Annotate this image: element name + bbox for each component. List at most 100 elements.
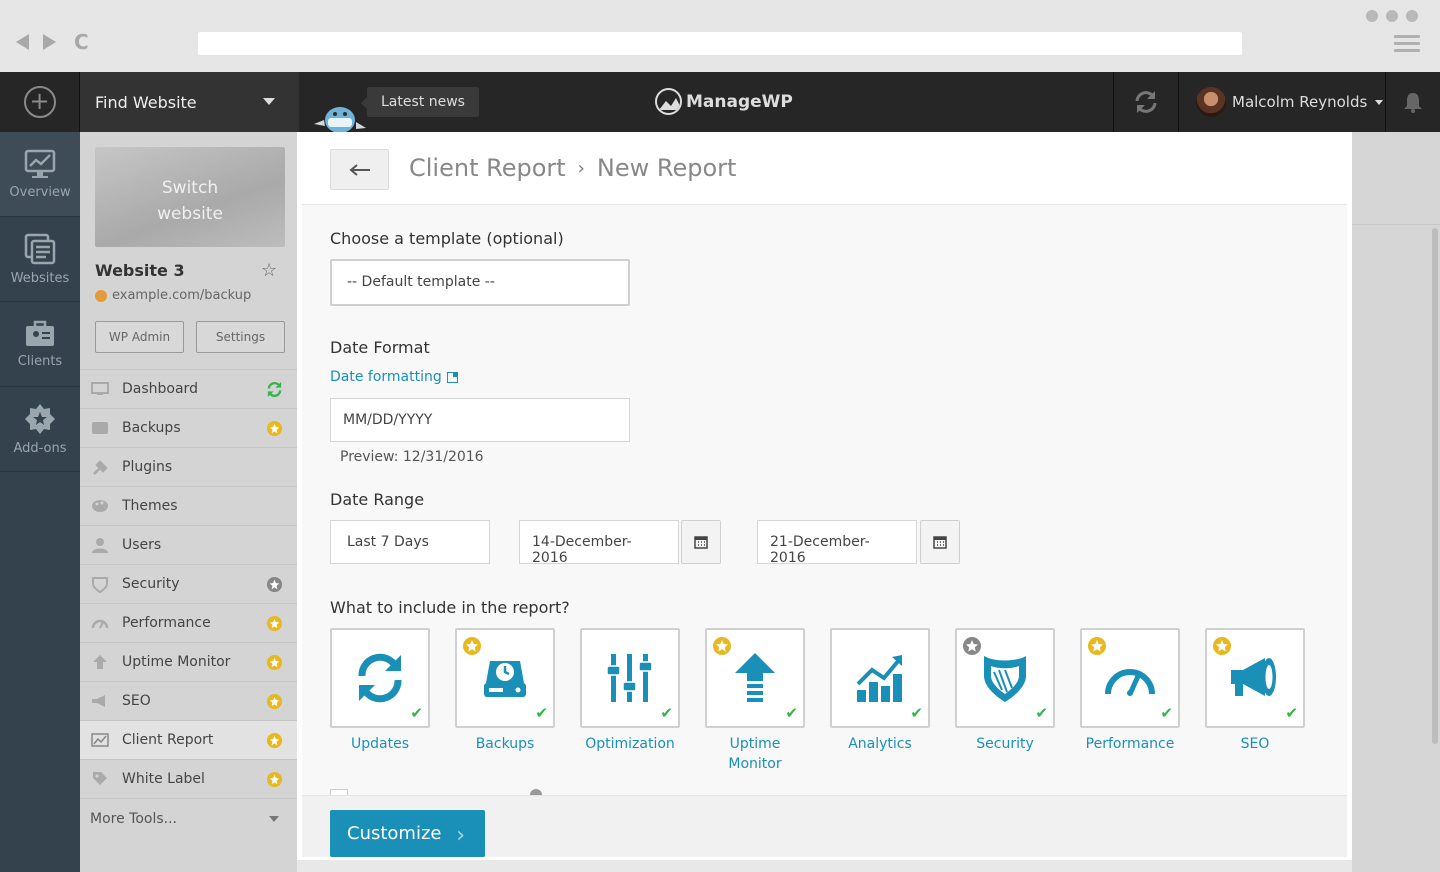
site-url[interactable]: example.com/backup	[95, 288, 251, 303]
settings-button[interactable]: Settings	[196, 321, 285, 353]
website-side-panel: Switch website Website 3 ☆ example.com/b…	[80, 132, 297, 872]
favorite-star-icon[interactable]: ☆	[261, 260, 277, 281]
back-button[interactable]	[330, 149, 389, 190]
premium-badge-icon	[266, 771, 283, 788]
menu-item-plugins[interactable]: Plugins	[80, 447, 297, 486]
premium-badge-icon	[1088, 637, 1106, 655]
section-tile-seo[interactable]: ✔ SEO	[1205, 628, 1305, 774]
more-tools-dropdown[interactable]: More Tools...	[80, 798, 297, 838]
rail-label: Overview	[9, 184, 71, 200]
menu-item-backups[interactable]: Backups	[80, 408, 297, 447]
bell-icon	[1404, 93, 1422, 113]
external-link-icon	[446, 371, 458, 383]
menu-label: Uptime Monitor	[122, 654, 231, 670]
seo-icon	[90, 693, 110, 709]
new-report-modal: Client Report › New Report Choose a temp…	[297, 132, 1352, 860]
sync-button[interactable]	[1113, 72, 1179, 132]
browser-menu-icon[interactable]	[1394, 35, 1420, 56]
menu-item-seo[interactable]: SEO	[80, 681, 297, 720]
range-end-input[interactable]: 21-December-2016	[757, 520, 917, 566]
websites-icon	[24, 233, 56, 264]
menu-item-users[interactable]: Users	[80, 525, 297, 564]
performance-icon	[90, 615, 110, 631]
date-range-label: Date Range	[330, 490, 425, 509]
section-tile-optimization[interactable]: ✔ Optimization	[580, 628, 680, 774]
menu-item-dashboard[interactable]: Dashboard	[80, 369, 297, 408]
optimization-icon	[606, 654, 653, 702]
security-icon	[90, 576, 110, 593]
wp-admin-button[interactable]: WP Admin	[95, 321, 184, 353]
robot-mascot-icon[interactable]	[312, 102, 368, 132]
section-tile-analytics[interactable]: ✔ Analytics	[830, 628, 930, 774]
menu-item-themes[interactable]: Themes	[80, 486, 297, 525]
include-label: What to include in the report?	[330, 598, 570, 617]
tile-label: Updates	[351, 736, 409, 752]
client-report-icon	[90, 732, 110, 748]
back-arrow-icon[interactable]	[16, 34, 29, 50]
checkmark-icon: ✔	[1160, 704, 1173, 722]
menu-label: White Label	[122, 771, 205, 787]
tile-label: Security	[976, 736, 1034, 752]
menu-item-performance[interactable]: Performance	[80, 603, 297, 642]
menu-label: Themes	[122, 498, 178, 514]
scrollbar[interactable]	[1432, 228, 1438, 744]
customize-label: Customize	[347, 823, 442, 844]
breadcrumb-parent[interactable]: Client Report	[409, 154, 566, 182]
rail-label: Clients	[17, 353, 63, 369]
rail-item-clients[interactable]: Clients	[0, 302, 80, 387]
left-rail: Overview Websites Clients Add-ons	[0, 132, 80, 872]
chevron-right-icon: ›	[456, 823, 465, 848]
reload-icon[interactable]: C	[74, 32, 89, 52]
checkmark-icon: ✔	[1285, 704, 1298, 722]
section-tile-performance[interactable]: ✔ Performance	[1080, 628, 1180, 774]
date-formatting-link[interactable]: Date formatting	[330, 369, 458, 385]
breadcrumb-separator: ›	[577, 157, 585, 179]
rail-item-overview[interactable]: Overview	[0, 132, 80, 217]
addons-icon	[25, 403, 55, 434]
plus-icon: +	[23, 86, 56, 118]
premium-badge-icon	[463, 637, 481, 655]
end-calendar-button[interactable]	[920, 520, 960, 564]
menu-item-white-label[interactable]: White Label	[80, 759, 297, 798]
notifications-button[interactable]	[1385, 72, 1440, 132]
start-calendar-button[interactable]	[681, 520, 721, 564]
rail-item-websites[interactable]: Websites	[0, 217, 80, 302]
more-tools-label: More Tools...	[90, 811, 177, 827]
section-tile-updates[interactable]: ✔ Updates	[330, 628, 430, 774]
rail-item-addons[interactable]: Add-ons	[0, 387, 80, 472]
user-menu[interactable]: Malcolm Reynolds	[1180, 72, 1385, 132]
menu-item-security[interactable]: Security	[80, 564, 297, 603]
find-website-dropdown[interactable]: Find Website	[80, 72, 299, 132]
backups-icon	[90, 420, 110, 436]
template-select[interactable]: -- Default template --	[330, 259, 630, 306]
date-format-input[interactable]: MM/DD/YYYY	[330, 398, 630, 442]
menu-item-uptime-monitor[interactable]: Uptime Monitor	[80, 642, 297, 681]
forward-arrow-icon[interactable]	[43, 34, 56, 50]
modal-header: Client Report › New Report	[302, 135, 1347, 205]
add-website-button[interactable]: +	[0, 72, 80, 132]
managewp-logo[interactable]: ManageWP	[655, 88, 793, 115]
sync-icon	[1135, 91, 1157, 113]
customize-button[interactable]: Customize ›	[330, 810, 485, 857]
sync-badge-icon	[267, 381, 282, 398]
tile-label: Uptime Monitor	[728, 736, 782, 772]
site-url-text: example.com/backup	[112, 288, 252, 303]
checkmark-icon: ✔	[660, 704, 673, 722]
white-label-icon	[90, 771, 110, 787]
switch-website-thumbnail[interactable]: Switch website	[95, 147, 285, 247]
menu-item-client-report[interactable]: Client Report	[80, 720, 297, 759]
section-tile-uptime-monitor[interactable]: ✔ Uptime Monitor	[705, 628, 805, 774]
section-tile-backups[interactable]: ✔ Backups	[455, 628, 555, 774]
latest-news-tooltip[interactable]: Latest news	[361, 87, 479, 117]
menu-label: Plugins	[122, 459, 173, 475]
breadcrumb-current: New Report	[596, 154, 737, 182]
date-preview: Preview: 12/31/2016	[340, 449, 484, 465]
checkmark-icon: ✔	[785, 704, 798, 722]
section-tile-security[interactable]: ✔ Security	[955, 628, 1055, 774]
address-bar[interactable]	[198, 32, 1242, 55]
plugins-icon	[90, 459, 110, 475]
range-start-input[interactable]: 14-December-2016	[519, 520, 679, 566]
menu-label: Security	[122, 576, 180, 592]
menu-label: SEO	[122, 693, 151, 709]
range-preset-select[interactable]: Last 7 Days	[330, 520, 490, 564]
